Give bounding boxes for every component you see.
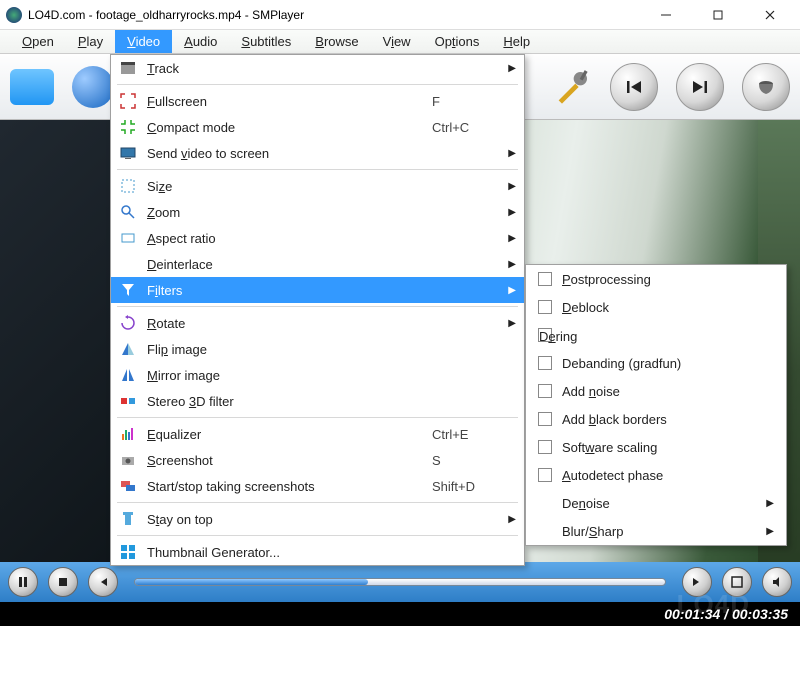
menu-video[interactable]: Video [115, 30, 172, 53]
video-frame-left [0, 120, 110, 626]
filter-denoise[interactable]: Denoise▶ [526, 489, 786, 517]
compact-icon [117, 118, 139, 136]
filter-software-scaling[interactable]: Software scaling [526, 433, 786, 461]
rotate-icon [117, 314, 139, 332]
mirror-icon [117, 366, 139, 384]
stereo3d-icon [117, 392, 139, 410]
size-icon [117, 177, 139, 195]
filter-debanding[interactable]: Debanding (gradfun) [526, 349, 786, 377]
menu-size[interactable]: Size▶ [111, 173, 524, 199]
filter-autodetect-phase[interactable]: Autodetect phase [526, 461, 786, 489]
minimize-button[interactable] [646, 1, 686, 29]
flip-icon [117, 340, 139, 358]
camera-icon [117, 451, 139, 469]
menu-stayontop[interactable]: Stay on top▶ [111, 506, 524, 532]
open-url-icon[interactable] [72, 66, 114, 108]
pin-icon [117, 510, 139, 528]
watermark: LO4D [677, 589, 750, 620]
checkbox[interactable] [538, 300, 552, 314]
pause-button[interactable] [8, 567, 38, 597]
menu-open[interactable]: Open [10, 30, 66, 53]
filter-add-noise[interactable]: Add noise [526, 377, 786, 405]
menu-options[interactable]: Options [423, 30, 492, 53]
menu-audio[interactable]: Audio [172, 30, 229, 53]
filter-dering[interactable]: Dering [526, 321, 786, 349]
checkbox[interactable] [538, 272, 552, 286]
filters-submenu: Postprocessing Deblock Dering Debanding … [525, 264, 787, 546]
window-title: LO4D.com - footage_oldharryrocks.mp4 - S… [28, 8, 646, 22]
volume-button[interactable] [742, 63, 790, 111]
preferences-icon[interactable] [552, 67, 592, 107]
menu-flip[interactable]: Flip image [111, 336, 524, 362]
menu-deinterlace[interactable]: Deinterlace▶ [111, 251, 524, 277]
checkbox: Dering [538, 328, 552, 342]
menu-track[interactable]: Track▶ [111, 55, 524, 81]
app-icon [6, 7, 22, 23]
menu-zoom[interactable]: Zoom▶ [111, 199, 524, 225]
checkbox[interactable] [538, 468, 552, 482]
menu-equalizer[interactable]: EqualizerCtrl+E [111, 421, 524, 447]
filter-black-borders[interactable]: Add black borders [526, 405, 786, 433]
menu-rotate[interactable]: Rotate▶ [111, 310, 524, 336]
video-dropdown-menu: Track▶ FullscreenF Compact modeCtrl+C Se… [110, 54, 525, 566]
filter-blur-sharp[interactable]: Blur/Sharp▶ [526, 517, 786, 545]
stop-button[interactable] [48, 567, 78, 597]
fullscreen-icon [117, 92, 139, 110]
rewind-button[interactable] [88, 567, 118, 597]
checkbox[interactable] [538, 384, 552, 398]
cameras-icon [117, 477, 139, 495]
mute-button[interactable] [762, 567, 792, 597]
maximize-button[interactable] [698, 1, 738, 29]
menu-aspect[interactable]: Aspect ratio▶ [111, 225, 524, 251]
menu-help[interactable]: Help [491, 30, 542, 53]
menu-mirror[interactable]: Mirror image [111, 362, 524, 388]
menu-fullscreen[interactable]: FullscreenF [111, 88, 524, 114]
close-button[interactable] [750, 1, 790, 29]
filter-icon [117, 281, 139, 299]
menu-stereo3d[interactable]: Stereo 3D filter [111, 388, 524, 414]
menu-browse[interactable]: Browse [303, 30, 370, 53]
open-file-icon[interactable] [10, 69, 54, 105]
time-display-bar: LO4D 00:01:34 / 00:03:35 [0, 602, 800, 626]
menu-subtitles[interactable]: Subtitles [229, 30, 303, 53]
equalizer-icon [117, 425, 139, 443]
window-controls [646, 1, 794, 29]
clapper-icon [117, 59, 139, 77]
next-button[interactable] [676, 63, 724, 111]
checkbox[interactable] [538, 356, 552, 370]
filter-deblock[interactable]: Deblock [526, 293, 786, 321]
seek-bar[interactable] [134, 578, 666, 586]
menu-view[interactable]: View [371, 30, 423, 53]
menu-filters[interactable]: Filters▶ [111, 277, 524, 303]
checkbox[interactable] [538, 440, 552, 454]
seek-fill [135, 579, 368, 585]
menu-startstop-screenshots[interactable]: Start/stop taking screenshotsShift+D [111, 473, 524, 499]
zoom-icon [117, 203, 139, 221]
menu-send-video[interactable]: Send video to screen▶ [111, 140, 524, 166]
menu-thumbnail-gen[interactable]: Thumbnail Generator... [111, 539, 524, 565]
menu-compact[interactable]: Compact modeCtrl+C [111, 114, 524, 140]
checkbox[interactable] [538, 412, 552, 426]
aspect-icon [117, 229, 139, 247]
monitor-icon [117, 144, 139, 162]
filter-postprocessing[interactable]: Postprocessing [526, 265, 786, 293]
menu-screenshot[interactable]: ScreenshotS [111, 447, 524, 473]
grid-icon [117, 543, 139, 561]
menu-bar: Open Play Video Audio Subtitles Browse V… [0, 30, 800, 54]
menu-play[interactable]: Play [66, 30, 115, 53]
previous-button[interactable] [610, 63, 658, 111]
window-titlebar: LO4D.com - footage_oldharryrocks.mp4 - S… [0, 0, 800, 30]
